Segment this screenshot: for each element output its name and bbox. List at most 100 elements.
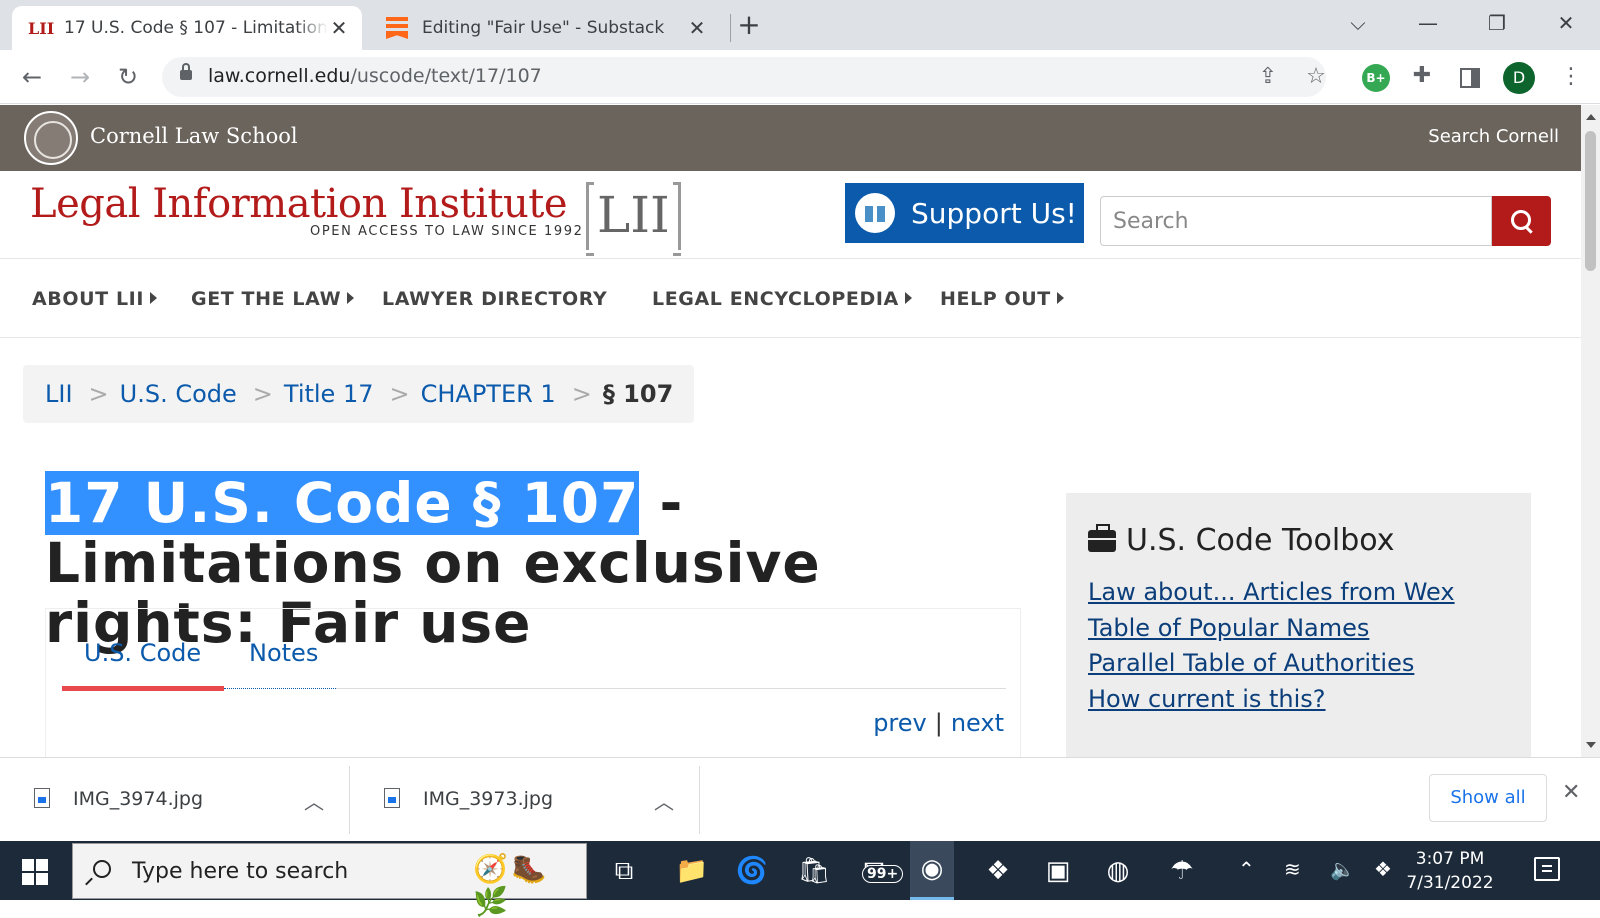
notifications-icon[interactable] [1534, 857, 1560, 881]
close-icon[interactable]: ✕ [686, 16, 708, 40]
reload-button[interactable]: ↻ [112, 61, 144, 93]
caret-right-icon [347, 292, 355, 304]
tab-substack[interactable]: Editing "Fair Use" - Substack ✕ [370, 6, 720, 50]
scroll-up-arrow-icon[interactable] [1586, 114, 1596, 120]
chevron-up-icon[interactable]: ︿ [654, 786, 674, 815]
store-icon[interactable]: 🛍 [792, 849, 836, 893]
scroll-thumb[interactable] [1585, 131, 1596, 271]
breadcrumb-title-17[interactable]: Title 17 [284, 380, 374, 408]
side-panel-icon[interactable] [1460, 68, 1480, 88]
windows-start-icon[interactable] [22, 859, 48, 885]
nav-legal-encyclopedia[interactable]: LEGAL ENCYCLOPEDIA [652, 288, 912, 310]
bookmark-star-icon[interactable]: ☆ [1302, 63, 1330, 91]
content-panel: U.S. Code Notes prev | next [45, 608, 1021, 757]
nav-about-lii[interactable]: ABOUT LII [32, 288, 157, 310]
selected-title-text[interactable]: 17 U.S. Code § 107 [45, 471, 640, 535]
taskbar-search-box[interactable]: Type here to search 🧭🥾🌿 [72, 843, 587, 918]
tab-underline [224, 688, 336, 689]
tab-us-code[interactable]: U.S. Code [84, 639, 201, 667]
lii-logo-text[interactable]: Legal Information Institute [30, 181, 568, 227]
search-submit-button[interactable] [1492, 196, 1551, 246]
nav-help-out[interactable]: HELP OUT [940, 288, 1064, 310]
active-tab-indicator [62, 686, 224, 691]
image-file-icon [34, 788, 50, 808]
clock-date: 7/31/2022 [1406, 873, 1494, 893]
extensions-puzzle-icon[interactable]: ✚ [1408, 62, 1436, 90]
toolbox-link-popular-names[interactable]: Table of Popular Names [1088, 611, 1455, 647]
menu-kebab-icon[interactable]: ⋮ [1560, 64, 1582, 90]
profile-avatar[interactable]: D [1503, 62, 1535, 94]
tab-notes[interactable]: Notes [249, 639, 318, 667]
taskbar-clock[interactable]: 3:07 PM 7/31/2022 [1400, 847, 1500, 895]
restore-button[interactable]: ❐ [1477, 8, 1517, 38]
lii-header: Legal Information Institute OPEN ACCESS … [0, 171, 1581, 259]
download-item[interactable]: IMG_3973.jpg ︿ [350, 766, 700, 834]
tab-search-chevron-icon[interactable]: ⌵ [1338, 8, 1378, 38]
new-tab-button[interactable]: + [736, 10, 762, 40]
forward-button[interactable]: → [64, 61, 96, 93]
caret-right-icon [904, 292, 912, 304]
tab-title: 17 U.S. Code § 107 - Limitations on excl… [64, 18, 328, 38]
nav-get-the-law[interactable]: GET THE LAW [191, 288, 355, 310]
breadcrumb-us-code[interactable]: U.S. Code [120, 380, 237, 408]
cornell-seal-logo[interactable] [24, 111, 78, 165]
close-icon[interactable]: ✕ [328, 16, 350, 40]
volume-icon[interactable]: 🔈 [1330, 857, 1355, 881]
chevron-up-icon[interactable]: ︿ [304, 786, 324, 815]
breadcrumb-chapter-1[interactable]: CHAPTER 1 [421, 380, 556, 408]
breadcrumb-lii[interactable]: LII [45, 380, 73, 408]
close-window-button[interactable]: ✕ [1546, 8, 1586, 38]
share-icon[interactable]: ⇪ [1254, 63, 1282, 91]
file-explorer-icon[interactable]: 📁 [670, 849, 714, 893]
breadcrumb-separator: > [88, 380, 109, 408]
lii-favicon: LII [28, 18, 55, 38]
toolbox-links: Law about... Articles from Wex Table of … [1088, 575, 1455, 717]
tab-strip: LII 17 U.S. Code § 107 - Limitations on … [0, 0, 1600, 50]
clock-time: 3:07 PM [1415, 849, 1485, 869]
toolbox-link-parallel-table[interactable]: Parallel Table of Authorities [1088, 646, 1455, 682]
next-link[interactable]: next [951, 709, 1004, 737]
download-item[interactable]: IMG_3974.jpg ︿ [0, 766, 350, 834]
nav-label: LEGAL ENCYCLOPEDIA [652, 288, 899, 310]
toolbox-title: U.S. Code Toolbox [1088, 523, 1394, 558]
substack-icon [386, 17, 408, 39]
tab-lii[interactable]: LII 17 U.S. Code § 107 - Limitations on … [12, 6, 362, 50]
office-icon[interactable]: ▣ [1036, 849, 1080, 893]
search-highlight-icon: 🧭🥾🌿 [473, 852, 551, 918]
nav-lawyer-directory[interactable]: LAWYER DIRECTORY [382, 288, 607, 310]
task-view-icon[interactable]: ⧉ [602, 849, 646, 893]
minimize-button[interactable]: — [1408, 8, 1448, 38]
page-scrollbar[interactable] [1581, 105, 1600, 757]
site-search-input[interactable] [1100, 196, 1492, 246]
support-us-button[interactable]: Support Us! [845, 183, 1084, 243]
wifi-icon[interactable]: ≋ [1284, 857, 1301, 881]
spotify-icon[interactable]: ◍ [1096, 849, 1140, 893]
caret-right-icon [1056, 292, 1064, 304]
close-icon[interactable]: ✕ [1562, 780, 1580, 805]
mail-badge: 99+ [862, 865, 904, 883]
lii-logo-mark[interactable]: LII [586, 182, 681, 256]
url-host: law.cornell.edu [208, 65, 351, 87]
extension-badge-icon[interactable]: B+ [1362, 64, 1390, 92]
dropbox-tray-icon[interactable]: ❖ [1374, 857, 1392, 881]
toolbox-title-text: U.S. Code Toolbox [1126, 523, 1395, 558]
url-text[interactable]: law.cornell.edu/uscode/text/17/107 [208, 65, 542, 87]
breadcrumb-separator: > [571, 380, 592, 408]
briefcase-icon [1088, 523, 1116, 552]
dropbox-icon[interactable]: ❖ [976, 849, 1020, 893]
back-button[interactable]: ← [16, 61, 48, 93]
prev-link[interactable]: prev [873, 709, 927, 737]
search-cornell-link[interactable]: Search Cornell [1428, 126, 1559, 147]
tray-chevron-up-icon[interactable]: ⌃ [1238, 857, 1255, 881]
breadcrumb-current: § 107 [602, 380, 674, 408]
address-bar[interactable]: law.cornell.edu/uscode/text/17/107 ⇪ ☆ [162, 57, 1326, 97]
weather-icon[interactable]: ☂ [1160, 849, 1204, 893]
toolbox-link-how-current[interactable]: How current is this? [1088, 682, 1455, 718]
chrome-icon[interactable]: ◉ [910, 841, 954, 900]
scroll-down-arrow-icon[interactable] [1586, 742, 1596, 748]
show-all-button[interactable]: Show all [1429, 774, 1547, 822]
breadcrumb: LII > U.S. Code > Title 17 > CHAPTER 1 >… [23, 365, 694, 423]
edge-icon[interactable]: 🌀 [730, 849, 774, 893]
cornell-law-school-link[interactable]: Cornell Law School [90, 124, 298, 148]
toolbox-link-wex[interactable]: Law about... Articles from Wex [1088, 575, 1455, 611]
